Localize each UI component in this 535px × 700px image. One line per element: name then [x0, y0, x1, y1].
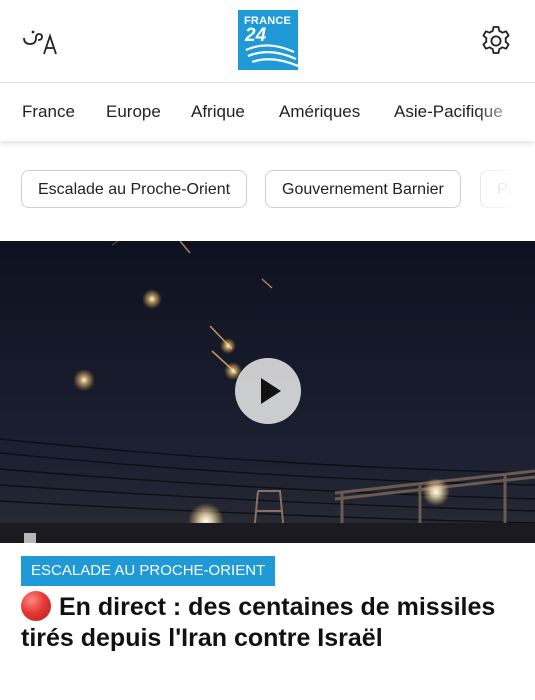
topic-chips: Escalade au Proche-Orient Gouvernement B… [0, 170, 535, 210]
chips-fade [475, 170, 535, 210]
chip-escalade-proche-orient[interactable]: Escalade au Proche-Orient [21, 170, 248, 208]
nav-item-ameriques[interactable]: Amériques [279, 102, 360, 122]
category-badge[interactable]: ESCALADE AU PROCHE-ORIENT [21, 556, 276, 586]
play-button[interactable] [235, 358, 301, 424]
chip-gouvernement-barnier[interactable]: Gouvernement Barnier [265, 170, 461, 208]
nav-fade [475, 83, 535, 141]
play-icon [261, 378, 281, 404]
nav-item-afrique[interactable]: Afrique [191, 102, 245, 122]
article-headline[interactable]: En direct : des centaines de missiles ti… [21, 591, 521, 654]
nav-item-france[interactable]: France [22, 102, 75, 122]
section-nav: France Europe Afrique Amériques Asie-Pac… [0, 83, 535, 141]
live-indicator-icon [21, 591, 51, 621]
france24-logo[interactable]: FRANCE 24 [238, 10, 298, 70]
top-bar: FRANCE 24 [0, 0, 535, 83]
gear-icon[interactable] [479, 24, 513, 58]
language-translate-icon[interactable] [20, 24, 60, 58]
headline-text: En direct : des centaines de missiles ti… [21, 593, 496, 652]
nav-item-europe[interactable]: Europe [106, 102, 161, 122]
logo-text-24: 24 [245, 25, 267, 46]
